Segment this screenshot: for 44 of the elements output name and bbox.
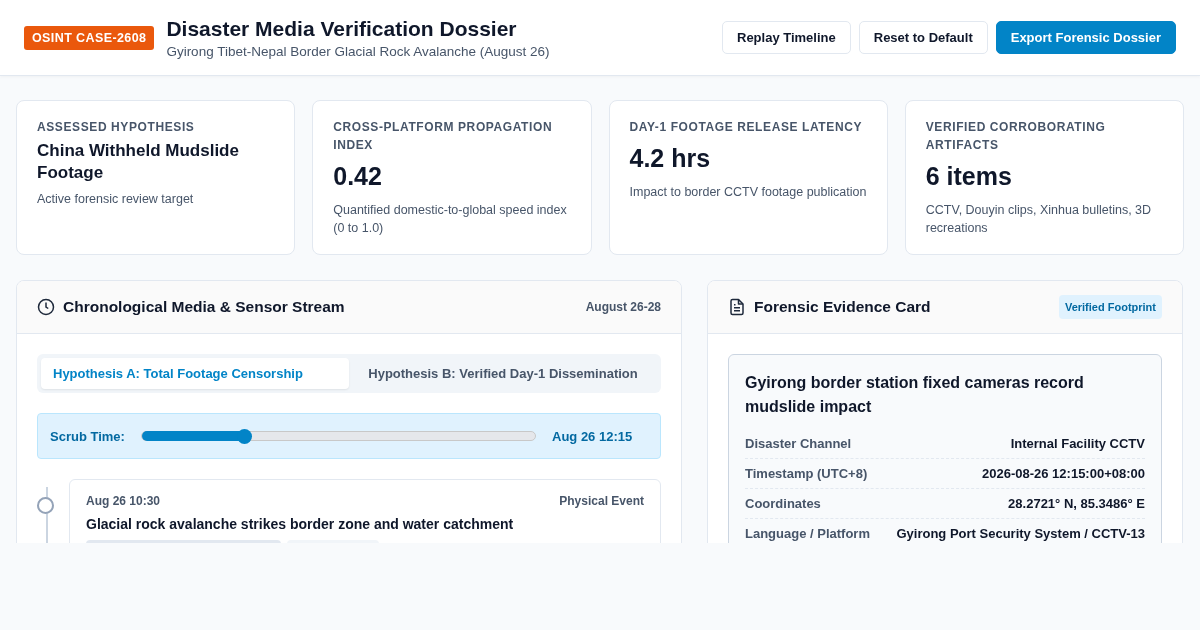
export-button[interactable]: Export Forensic Dossier bbox=[995, 21, 1176, 54]
verified-badge: Verified Footprint bbox=[1058, 295, 1162, 319]
page-subtitle: Gyirong Tibet-Nepal Border Glacial Rock Avalanche (August 26) bbox=[166, 43, 550, 59]
field-label: Language / Platform bbox=[745, 526, 870, 541]
clock-icon bbox=[37, 298, 55, 316]
metric-label: VERIFIED CORROBORATING ARTIFACTS bbox=[925, 119, 1107, 154]
field-value: Gyirong Port Security System / CCTV-13 bbox=[896, 526, 1145, 541]
metric-value: 4.2 hrs bbox=[629, 144, 712, 173]
field-label: Coordinates bbox=[745, 496, 821, 511]
action-button[interactable]: Replay Timeline bbox=[722, 21, 851, 54]
page-title: Disaster Media Verification Dossier bbox=[166, 16, 518, 41]
field-label: Disaster Channel bbox=[745, 436, 852, 451]
event-type: Physical Event bbox=[559, 494, 644, 508]
metric-note: Quantified domestic-to-global speed index (0 to 1.0) bbox=[333, 202, 568, 237]
panel-title: Chronological Media & Sensor Stream bbox=[63, 298, 345, 316]
metric-label: DAY-1 FOOTAGE RELEASE LATENCY bbox=[629, 119, 864, 136]
metric-value: 6 items bbox=[925, 162, 1013, 191]
panel-title: Forensic Evidence Card bbox=[754, 298, 931, 316]
hypothesis-tab[interactable]: Hypothesis B: Verified Day-1 Dissemination bbox=[349, 358, 657, 389]
metric-note: Active forensic review target bbox=[37, 191, 195, 208]
slider-thumb[interactable] bbox=[236, 428, 252, 444]
event-title: Glacial rock avalanche strikes border zone and water catchment bbox=[86, 516, 515, 532]
field-value: 28.2721° N, 85.3486° E bbox=[1008, 496, 1145, 511]
metric-note: Impact to border CCTV footage publication bbox=[629, 184, 867, 201]
hypothesis-tab[interactable]: Hypothesis A: Total Footage Censorship bbox=[41, 358, 349, 389]
evidence-title: Gyirong border station fixed cameras record mudslide impact bbox=[745, 373, 1085, 417]
scrub-label: Scrub Time: bbox=[50, 428, 125, 444]
timeline-node bbox=[37, 497, 54, 514]
metric-value: 0.42 bbox=[333, 162, 383, 191]
action-button[interactable]: Reset to Default bbox=[858, 21, 988, 54]
case-badge: OSINT CASE-2608 bbox=[24, 25, 155, 50]
event-time: Aug 26 10:30 bbox=[86, 494, 161, 508]
time-slider[interactable] bbox=[140, 431, 536, 441]
field-label: Timestamp (UTC+8) bbox=[745, 466, 868, 481]
event-card[interactable]: Aug 26 10:30 Physical Event Glacial rock avalanche strikes border zone and water catchment bbox=[69, 479, 661, 543]
date-range: August 26-28 bbox=[585, 300, 661, 314]
metric-label: ASSESSED HYPOTHESIS bbox=[37, 119, 196, 136]
metric-value: China Withheld Mudslide Footage bbox=[37, 140, 240, 184]
field-value: Internal Facility CCTV bbox=[1010, 436, 1145, 451]
scrub-time: Aug 26 12:15 bbox=[552, 428, 634, 444]
field-value: 2026-08-26 12:15:00+08:00 bbox=[982, 466, 1145, 481]
metric-note: CCTV, Douyin clips, Xinhua bulletins, 3D recreations bbox=[925, 202, 1153, 237]
document-icon bbox=[728, 297, 746, 317]
metric-label: CROSS-PLATFORM PROPAGATION INDEX bbox=[333, 119, 554, 154]
